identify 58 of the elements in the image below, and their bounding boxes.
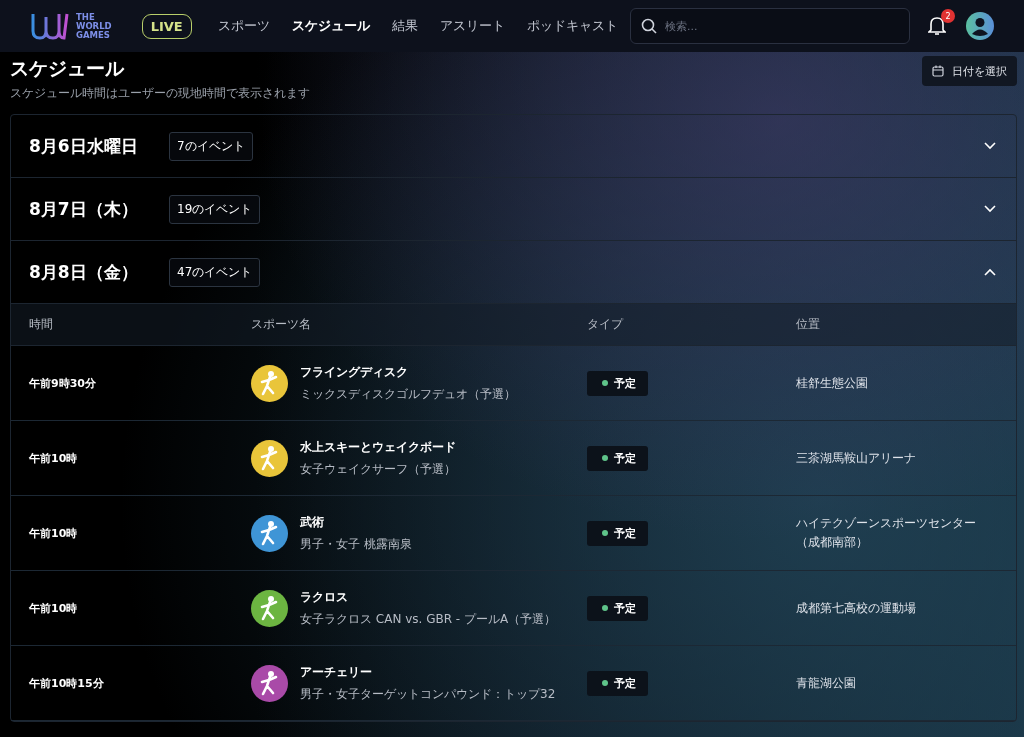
sport-name: フライングディスク — [300, 363, 409, 381]
day-date: 8月6日水曜日 — [29, 134, 139, 158]
status-tag: 予定 — [587, 445, 648, 471]
nav-link[interactable]: スケジュール — [291, 17, 370, 35]
event-time: 午前10時 — [29, 525, 79, 541]
event-location: 成都第七高校の運動場 — [796, 599, 917, 617]
nav-link[interactable]: アスリート — [439, 17, 505, 35]
event-detail: 女子ラクロス CAN vs. GBR - プールA（予選） — [300, 610, 557, 628]
status-tag: 予定 — [587, 595, 648, 621]
event-location: ハイテクゾーンスポーツセンター（成都南部） — [796, 515, 977, 551]
page-subtitle: スケジュール時間はユーザーの現地時間で表示されます — [10, 86, 310, 101]
event-count-tag: 47のイベント — [169, 257, 261, 287]
event-time: 午前9時30分 — [29, 375, 97, 391]
event-time: 午前10時 — [29, 600, 79, 616]
column-header: 位置 — [796, 316, 821, 333]
logo-text: THE WORLD GAMES — [76, 12, 112, 40]
day-date: 8月7日（木） — [29, 197, 139, 221]
sport-name: 武術 — [300, 513, 325, 531]
column-header: タイプ — [587, 316, 625, 333]
chevron-up-icon — [984, 268, 996, 276]
event-count-tag: 19のイベント — [169, 194, 261, 224]
chevron-down-icon — [984, 205, 996, 213]
live-button[interactable]: LIVE — [141, 13, 192, 39]
sport-name: アーチェリー — [300, 663, 373, 681]
sport-name: 水上スキーとウェイクボード — [300, 438, 456, 456]
calendar-icon — [932, 65, 944, 77]
notification-badge: 2 — [941, 9, 955, 23]
logo-icon[interactable] — [30, 11, 70, 41]
event-count-tag: 7のイベント — [169, 131, 253, 161]
event-detail: 男子・女子 桃露南泉 — [300, 535, 412, 553]
column-header: 時間 — [29, 316, 54, 333]
event-time: 午前10時 — [29, 450, 79, 466]
nav-link[interactable]: 結果 — [391, 17, 418, 35]
avatar-icon[interactable] — [966, 12, 994, 40]
event-location: 青龍湖公園 — [796, 674, 857, 692]
bell-icon[interactable] — [928, 16, 946, 36]
day-header[interactable]: 8月8日（金） 47のイベント — [11, 241, 1016, 304]
date-picker-button[interactable]: 日付を選択 — [922, 56, 1017, 86]
day-header[interactable]: 8月7日（木） 19のイベント — [11, 178, 1016, 241]
status-tag: 予定 — [587, 370, 648, 396]
chevron-down-icon — [984, 142, 996, 150]
search-icon — [641, 18, 657, 34]
event-location: 桂舒生態公園 — [796, 374, 869, 392]
column-header: スポーツ名 — [251, 316, 312, 333]
event-location: 三茶湖馬鞍山アリーナ — [796, 449, 917, 467]
event-time: 午前10時15分 — [29, 675, 105, 691]
page-title: スケジュール — [10, 56, 125, 81]
status-tag: 予定 — [587, 670, 648, 696]
event-detail: ミックスディスクゴルフデュオ（予選） — [300, 385, 516, 403]
search-field[interactable]: 検索... — [630, 8, 910, 44]
event-detail: 女子ウェイクサーフ（予選） — [300, 460, 456, 478]
day-date: 8月8日（金） — [29, 260, 139, 284]
event-detail: 男子・女子ターゲットコンパウンド：トップ32 — [300, 685, 556, 703]
nav-link[interactable]: ポッドキャスト — [526, 17, 618, 35]
sport-name: ラクロス — [300, 588, 349, 606]
day-header[interactable]: 8月6日水曜日 7のイベント — [11, 115, 1016, 178]
nav-link[interactable]: スポーツ — [217, 17, 270, 35]
status-tag: 予定 — [587, 520, 648, 546]
